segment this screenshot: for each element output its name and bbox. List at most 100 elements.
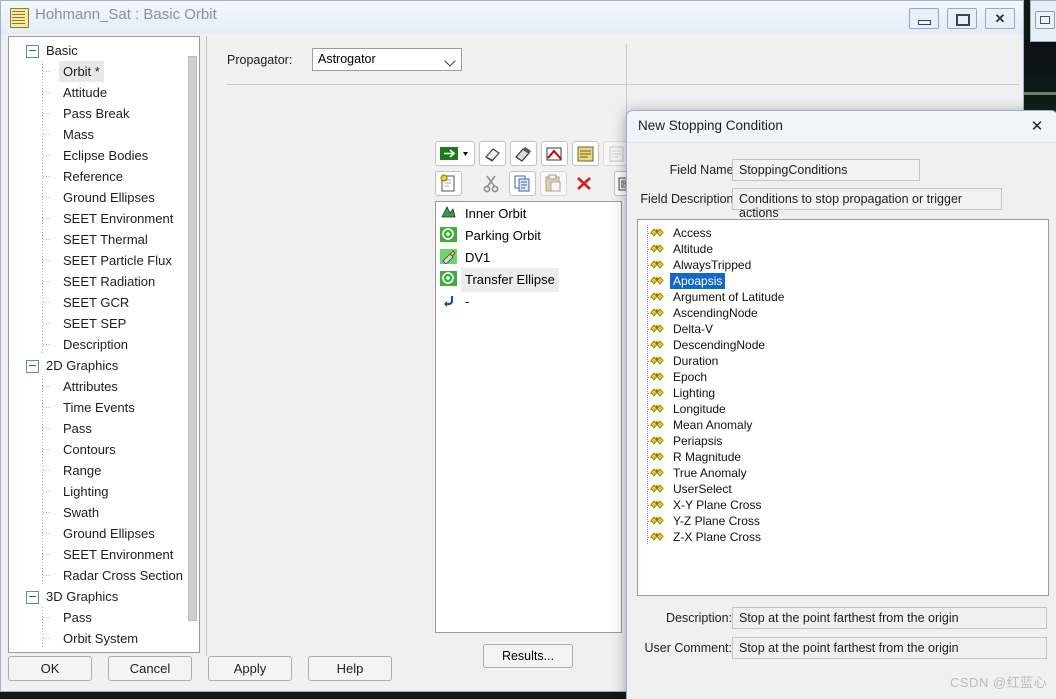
tree-item-seet-environment[interactable]: SEET Environment: [9, 208, 199, 229]
condition-item[interactable]: DescendingNode: [638, 337, 1048, 353]
field-description-input[interactable]: Conditions to stop propagation or trigge…: [732, 188, 1002, 220]
collapse-icon[interactable]: [26, 591, 39, 605]
condition-item[interactable]: R Magnitude: [638, 449, 1048, 465]
condition-item-label: Altitude: [673, 242, 714, 256]
tree-item-contours[interactable]: Contours: [9, 439, 199, 460]
mcs-item[interactable]: -: [436, 290, 621, 312]
tree-scrollbar[interactable]: [188, 56, 197, 632]
tree-item-ground-ellipses[interactable]: Ground Ellipses: [9, 187, 199, 208]
tree-item-orbit[interactable]: Orbit *: [9, 61, 199, 82]
tree-item-reference[interactable]: Reference: [9, 166, 199, 187]
field-name-input[interactable]: StoppingConditions: [732, 159, 920, 181]
report-icon[interactable]: [572, 141, 599, 166]
condition-item[interactable]: Lighting: [638, 385, 1048, 401]
navigation-tree[interactable]: Basic Orbit * Attitude Pass Break Mass Eclips…: [8, 36, 200, 653]
tree-item-seet-gcr[interactable]: SEET GCR: [9, 292, 199, 313]
tree-item-seet-environment[interactable]: SEET Environment: [9, 544, 199, 565]
close-icon[interactable]: ✕: [1027, 117, 1047, 136]
tree-item-attributes[interactable]: Attributes: [9, 376, 199, 397]
condition-item[interactable]: True Anomaly: [638, 465, 1048, 481]
tree-item-ground-ellipses[interactable]: Ground Ellipses: [9, 523, 199, 544]
clear-all-icon[interactable]: [510, 141, 537, 166]
condition-item[interactable]: Altitude: [638, 241, 1048, 257]
condition-item[interactable]: AscendingNode: [638, 305, 1048, 321]
dialog-titlebar: New Stopping Condition ✕: [627, 111, 1056, 143]
new-icon[interactable]: [435, 171, 462, 196]
ok-button[interactable]: OK: [8, 656, 92, 681]
condition-item[interactable]: Periapsis: [638, 433, 1048, 449]
mcs-item[interactable]: DV1: [436, 246, 621, 268]
copy-icon[interactable]: [509, 171, 536, 196]
mcs-segment-list[interactable]: Inner Orbit Parking Orbit DV1 Transfer Elli…: [435, 201, 622, 633]
tree-item-swath[interactable]: Swath: [9, 502, 199, 523]
maximize-icon[interactable]: [947, 8, 977, 29]
tree-item-label: Ground Ellipses: [63, 190, 155, 205]
condition-item[interactable]: X-Y Plane Cross: [638, 497, 1048, 513]
mcs-item[interactable]: Transfer Ellipse: [436, 268, 621, 292]
condition-item[interactable]: Longitude: [638, 401, 1048, 417]
window-controls: ✕: [909, 8, 1015, 29]
condition-item[interactable]: Apoapsis: [638, 273, 1048, 289]
user-comment-input[interactable]: Stop at the point farthest from the orig…: [732, 637, 1047, 659]
results-button[interactable]: Results...: [483, 644, 573, 668]
delete-icon[interactable]: [571, 171, 598, 196]
minimize-icon[interactable]: [909, 8, 939, 29]
help-button[interactable]: Help: [308, 656, 392, 681]
close-icon[interactable]: ✕: [985, 8, 1015, 29]
tree-item-mass[interactable]: Mass: [9, 124, 199, 145]
stopping-condition-type-list[interactable]: Access Altitude AlwaysTripped Apoapsis Argum…: [637, 219, 1049, 596]
tree-item-description[interactable]: Description: [9, 334, 199, 355]
condition-item-label: Longitude: [673, 402, 726, 416]
condition-item[interactable]: Epoch: [638, 369, 1048, 385]
run-check-icon[interactable]: [541, 141, 568, 166]
tree-item-pass[interactable]: Pass: [9, 607, 199, 628]
tree-scrollbar-thumb[interactable]: [188, 56, 197, 621]
collapse-icon[interactable]: [26, 360, 39, 374]
condition-item[interactable]: Duration: [638, 353, 1048, 369]
outer-restore-button[interactable]: [1035, 11, 1055, 29]
tree-item-label: SEET Thermal: [63, 232, 148, 247]
condition-item[interactable]: Delta-V: [638, 321, 1048, 337]
condition-item[interactable]: UserSelect: [638, 481, 1048, 497]
propagator-label: Propagator:: [227, 53, 293, 67]
eraser-icon[interactable]: [479, 141, 506, 166]
insert-segment-icon[interactable]: [435, 141, 475, 166]
tree-item-range[interactable]: Range: [9, 460, 199, 481]
tree-group-2d-graphics[interactable]: 2D Graphics: [9, 355, 199, 376]
tree-item-label: Range: [63, 463, 102, 478]
propagator-row: Propagator: Astrogator: [227, 48, 462, 71]
apply-button[interactable]: Apply: [208, 656, 292, 681]
tree-group-basic[interactable]: Basic: [9, 40, 199, 61]
mcs-item[interactable]: Inner Orbit: [436, 202, 621, 224]
tree-item-attitude[interactable]: Attitude: [9, 82, 199, 103]
condition-type-icon: [650, 354, 665, 367]
cut-icon[interactable]: [478, 171, 505, 196]
tree-item-radar-cross-section[interactable]: Radar Cross Section: [9, 565, 199, 586]
condition-type-icon: [650, 242, 665, 255]
tree-item-time-events[interactable]: Time Events: [9, 397, 199, 418]
tree-item-seet-sep[interactable]: SEET SEP: [9, 313, 199, 334]
tree-item-orbit-system[interactable]: Orbit System: [9, 628, 199, 649]
condition-type-icon: [650, 450, 665, 463]
cancel-button[interactable]: Cancel: [108, 656, 192, 681]
paste-icon[interactable]: [540, 171, 567, 196]
condition-type-icon: [650, 322, 665, 335]
tree-item-lighting[interactable]: Lighting: [9, 481, 199, 502]
tree-item-seet-particle-flux[interactable]: SEET Particle Flux: [9, 250, 199, 271]
condition-item[interactable]: Mean Anomaly: [638, 417, 1048, 433]
tree-item-seet-thermal[interactable]: SEET Thermal: [9, 229, 199, 250]
condition-item[interactable]: AlwaysTripped: [638, 257, 1048, 273]
condition-item[interactable]: Argument of Latitude: [638, 289, 1048, 305]
tree-item-seet-radiation[interactable]: SEET Radiation: [9, 271, 199, 292]
tree-group-3d-graphics[interactable]: 3D Graphics: [9, 586, 199, 607]
tree-item-eclipse-bodies[interactable]: Eclipse Bodies: [9, 145, 199, 166]
condition-item[interactable]: Access: [638, 225, 1048, 241]
tree-item-pass[interactable]: Pass: [9, 418, 199, 439]
collapse-icon[interactable]: [26, 45, 39, 59]
condition-item[interactable]: Y-Z Plane Cross: [638, 513, 1048, 529]
propagator-select[interactable]: Astrogator: [312, 48, 462, 71]
tree-item-pass-break[interactable]: Pass Break: [9, 103, 199, 124]
condition-item[interactable]: Z-X Plane Cross: [638, 529, 1048, 545]
mcs-item[interactable]: Parking Orbit: [436, 224, 621, 246]
tree-item-label: Description: [63, 337, 129, 352]
